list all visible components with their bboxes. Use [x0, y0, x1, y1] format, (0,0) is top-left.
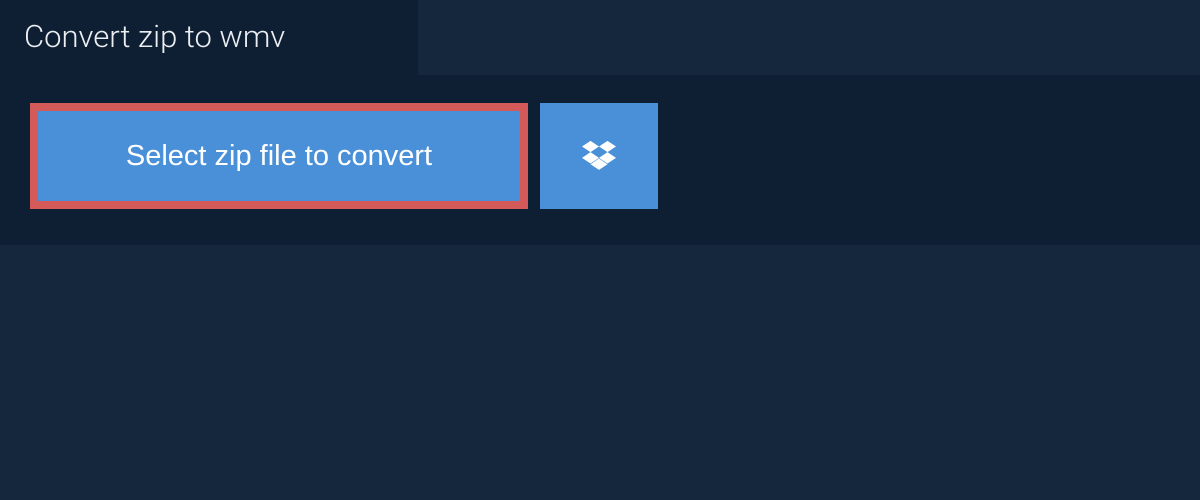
dropbox-button[interactable] — [540, 103, 658, 209]
dropbox-icon — [582, 138, 616, 175]
button-row: Select zip file to convert — [30, 103, 1170, 209]
select-file-button[interactable]: Select zip file to convert — [30, 103, 528, 209]
page-title: Convert zip to wmv — [24, 18, 394, 55]
header-tab: Convert zip to wmv — [0, 0, 418, 75]
upload-panel: Select zip file to convert — [0, 75, 1200, 245]
select-file-button-label: Select zip file to convert — [126, 140, 432, 173]
